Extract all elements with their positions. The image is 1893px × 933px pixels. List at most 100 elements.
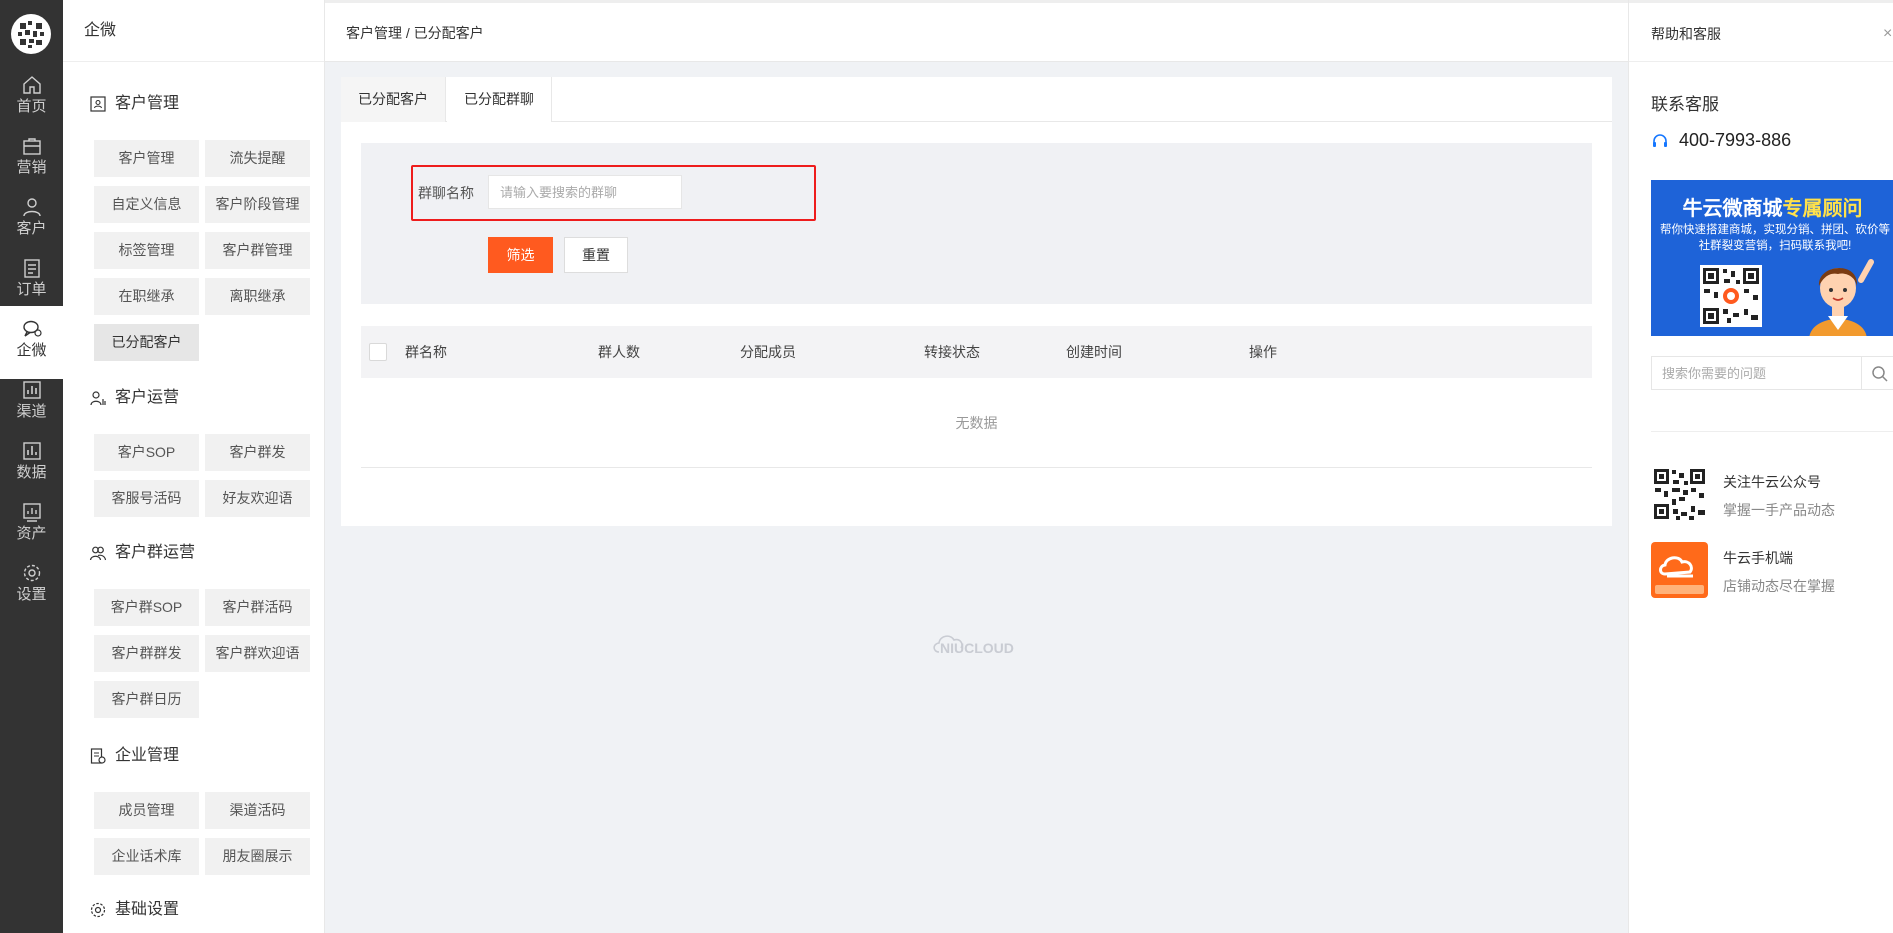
- breadcrumb: 客户管理 / 已分配客户: [346, 25, 484, 41]
- filter-panel: 群聊名称 筛选 重置: [361, 143, 1592, 304]
- menu-group-sop[interactable]: 客户群SOP: [94, 589, 199, 626]
- order-icon: [21, 257, 43, 279]
- rail-item-label: 数据: [16, 464, 47, 481]
- menu-assigned-customers[interactable]: 已分配客户: [94, 324, 199, 361]
- rail-item-label: 企微: [16, 342, 47, 359]
- contact-card-icon: [89, 95, 107, 113]
- group-customer-management: 客户管理: [89, 91, 179, 117]
- menu-service-live-code[interactable]: 客服号活码: [94, 480, 199, 517]
- content-card: 已分配客户 已分配群聊 群聊名称 筛选 重置 群名称 群人数 分配成员 转接状态…: [341, 77, 1612, 526]
- menu-member-management[interactable]: 成员管理: [94, 792, 199, 829]
- qr-code-icon: [1651, 466, 1708, 522]
- top-bar: 客户管理 / 已分配客户: [325, 0, 1628, 62]
- help-search-input[interactable]: [1652, 357, 1862, 389]
- menu-customer-group-management[interactable]: 客户群管理: [205, 232, 310, 269]
- data-icon: [21, 440, 43, 462]
- group-customer-operations: 客户运营: [89, 385, 179, 411]
- rail-item-label: 订单: [16, 281, 47, 298]
- banner-title-part: 牛云微商城: [1682, 198, 1783, 220]
- consultant-illustration: [1781, 250, 1891, 336]
- group-icon: [89, 544, 107, 562]
- consultant-banner[interactable]: 牛云微商城专属顾问 帮你快速搭建商城，实现分销、拼团、砍价等社群裂变营销，扫码联…: [1651, 180, 1893, 336]
- menu-customer-stage[interactable]: 客户阶段管理: [205, 186, 310, 223]
- group-label: 基础设置: [115, 901, 180, 918]
- main-content: 已分配客户 已分配群聊 群聊名称 筛选 重置 群名称 群人数 分配成员 转接状态…: [325, 62, 1628, 933]
- user-ops-icon: [89, 389, 107, 407]
- col-member-count: 群人数: [598, 344, 640, 360]
- menu-customer-broadcast[interactable]: 客户群发: [205, 434, 310, 471]
- icon-rail: 首页 营销 客户 订单 企微 渠道 数据 资产 设置: [0, 0, 63, 933]
- help-item-wechat-official[interactable]: 关注牛云公众号 掌握一手产品动态: [1651, 466, 1893, 522]
- phone-number: 400-7993-886: [1679, 130, 1792, 150]
- search-icon[interactable]: [1871, 365, 1889, 383]
- contact-label: 联系客服: [1651, 95, 1719, 114]
- menu-custom-info[interactable]: 自定义信息: [94, 186, 199, 223]
- col-assigned-member: 分配成员: [740, 344, 796, 360]
- group-label: 企业管理: [115, 747, 180, 764]
- help-item-title: 牛云手机端: [1723, 550, 1793, 566]
- empty-state: 无数据: [361, 378, 1592, 468]
- chat-icon: [21, 318, 43, 340]
- menu-group-welcome[interactable]: 客户群欢迎语: [205, 635, 310, 672]
- menu-churn-reminder[interactable]: 流失提醒: [205, 140, 310, 177]
- menu-friend-welcome[interactable]: 好友欢迎语: [205, 480, 310, 517]
- group-label: 客户运营: [115, 389, 180, 406]
- tab-bar: 已分配客户 已分配群聊: [341, 77, 1612, 122]
- menu-onjob-inherit[interactable]: 在职继承: [94, 278, 199, 315]
- phone-line: 400-7993-886: [1651, 130, 1791, 151]
- help-item-subtitle: 店铺动态尽在掌握: [1723, 578, 1835, 594]
- reset-button[interactable]: 重置: [564, 237, 628, 273]
- menu-customer-sop[interactable]: 客户SOP: [94, 434, 199, 471]
- group-basic-settings[interactable]: 基础设置: [89, 897, 179, 923]
- logo-icon: [11, 14, 51, 54]
- headset-icon: [1651, 132, 1669, 150]
- user-icon: [21, 196, 43, 218]
- help-item-title: 关注牛云公众号: [1723, 474, 1821, 490]
- menu-group-calendar[interactable]: 客户群日历: [94, 681, 199, 718]
- niucloud-watermark: NIUCLOUD: [929, 624, 1049, 664]
- menu-group-live-code[interactable]: 客户群活码: [205, 589, 310, 626]
- help-title: 帮助和客服: [1651, 26, 1721, 42]
- divider: [1651, 431, 1893, 432]
- niuyun-app-icon: [1651, 542, 1708, 598]
- help-item-mobile-app[interactable]: 牛云手机端 店铺动态尽在掌握: [1651, 542, 1893, 598]
- select-all-checkbox[interactable]: [369, 343, 387, 361]
- rail-item-settings[interactable]: 设置: [0, 550, 63, 623]
- rail-item-label: 渠道: [16, 403, 47, 420]
- col-transfer-status: 转接状态: [924, 344, 980, 360]
- group-name-input[interactable]: [488, 175, 682, 209]
- help-search: [1651, 356, 1893, 390]
- menu-group-broadcast[interactable]: 客户群群发: [94, 635, 199, 672]
- menu-enterprise-scripts[interactable]: 企业话术库: [94, 838, 199, 875]
- banner-qr-code: [1700, 265, 1762, 327]
- banner-title-highlight: 专属顾问: [1782, 198, 1863, 220]
- group-name-label: 群聊名称: [418, 185, 474, 201]
- menu-moments-display[interactable]: 朋友圈展示: [205, 838, 310, 875]
- group-enterprise-management: 企业管理: [89, 743, 179, 769]
- rail-item-label: 资产: [16, 525, 47, 542]
- svg-text:NIUCLOUD: NIUCLOUD: [940, 640, 1014, 656]
- filter-button[interactable]: 筛选: [488, 237, 553, 273]
- rail-item-label: 营销: [16, 159, 47, 176]
- tab-assigned-customers[interactable]: 已分配客户: [341, 77, 446, 122]
- tab-assigned-groups[interactable]: 已分配群聊: [447, 77, 552, 122]
- bag-icon: [21, 135, 43, 157]
- help-panel: 帮助和客服 × 联系客服 400-7993-886 牛云微商城专属顾问 帮你快速…: [1628, 0, 1893, 933]
- menu-channel-live-code[interactable]: 渠道活码: [205, 792, 310, 829]
- col-actions: 操作: [1249, 344, 1277, 360]
- settings-gear-icon: [89, 901, 107, 919]
- group-customer-group-operations: 客户群运营: [89, 540, 195, 566]
- gear-icon: [21, 562, 43, 584]
- asset-icon: [21, 501, 43, 523]
- col-group-name: 群名称: [405, 344, 447, 360]
- help-header: 帮助和客服 ×: [1629, 0, 1893, 62]
- menu-tag-management[interactable]: 标签管理: [94, 232, 199, 269]
- col-created-time: 创建时间: [1066, 344, 1122, 360]
- close-icon[interactable]: ×: [1883, 3, 1892, 65]
- menu-resign-inherit[interactable]: 离职继承: [205, 278, 310, 315]
- sub-sidebar-title: 企微: [63, 0, 324, 62]
- group-label: 客户群运营: [115, 544, 196, 561]
- menu-customer-management[interactable]: 客户管理: [94, 140, 199, 177]
- help-item-subtitle: 掌握一手产品动态: [1723, 502, 1835, 518]
- rail-item-label: 设置: [16, 586, 47, 603]
